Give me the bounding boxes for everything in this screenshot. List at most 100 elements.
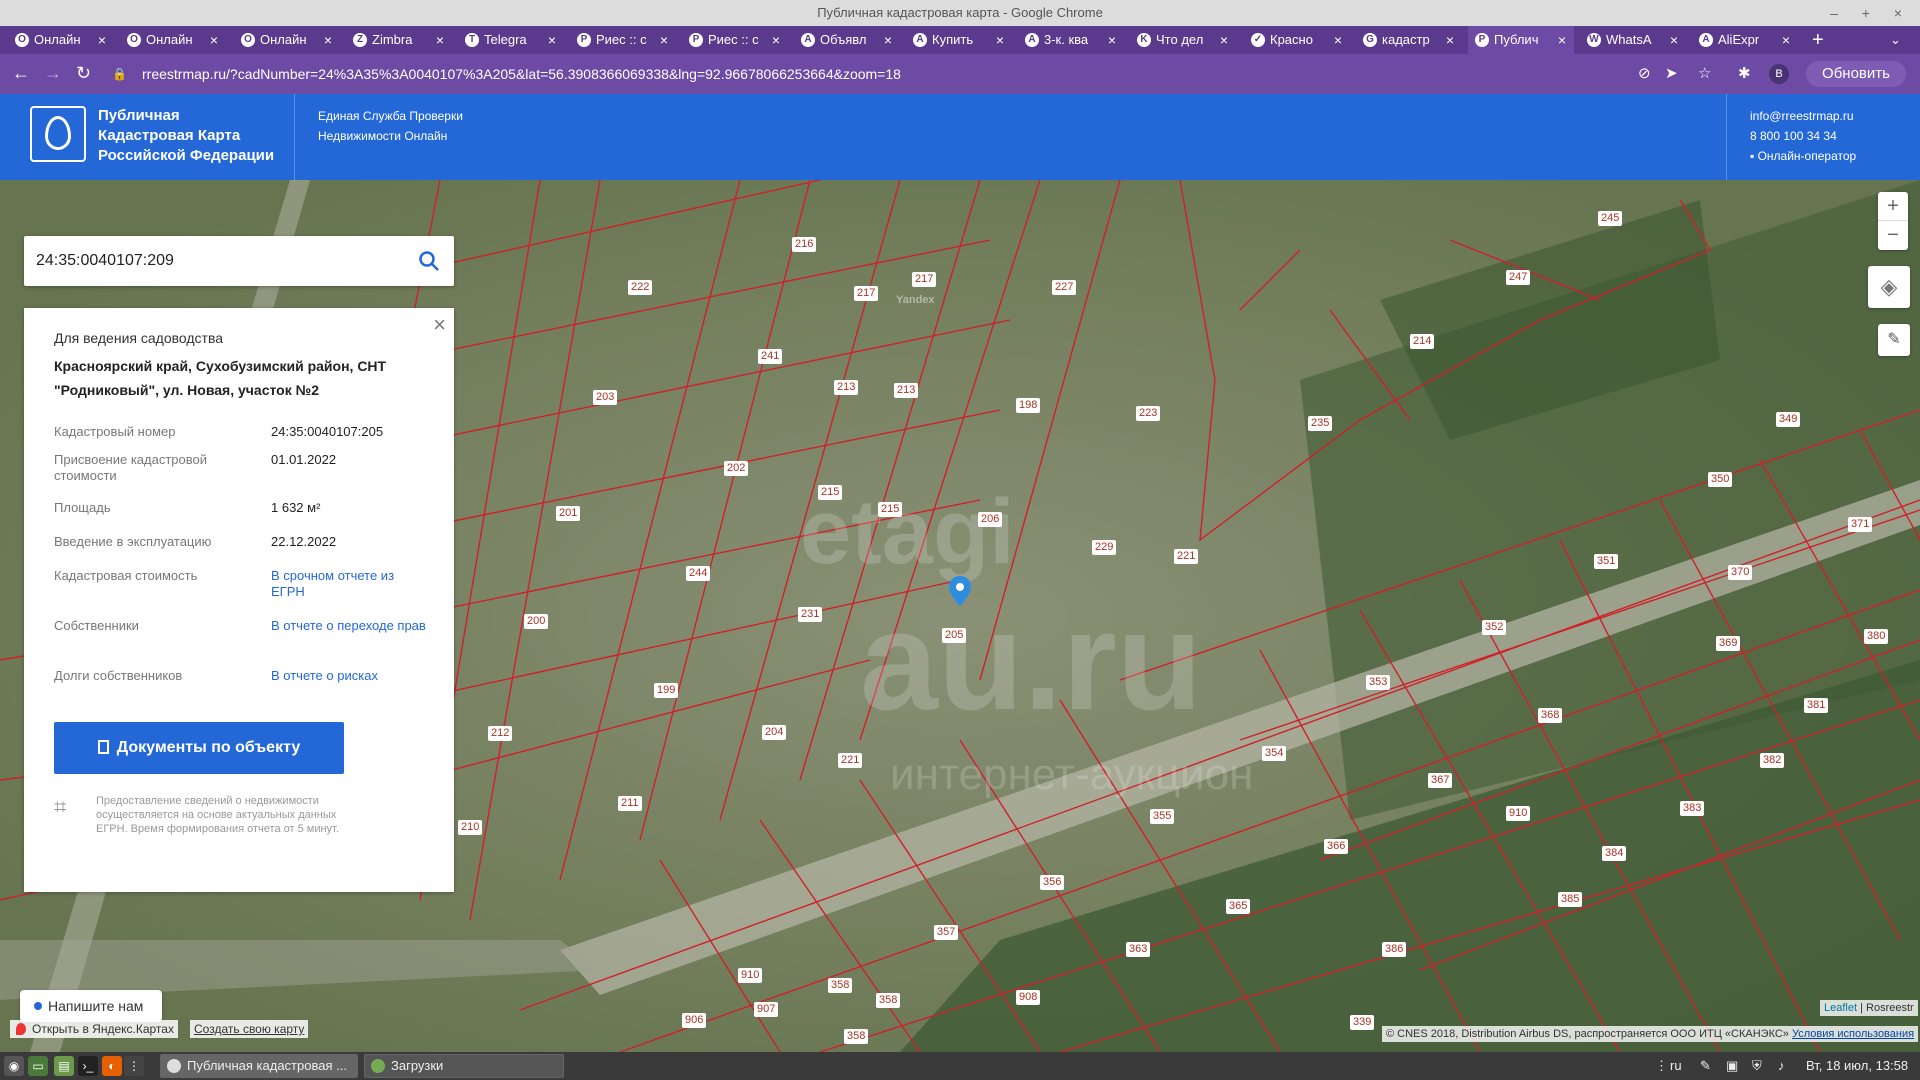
plot-label[interactable]: 352	[1482, 620, 1507, 635]
ruler-icon[interactable]: ✎	[1878, 324, 1910, 356]
close-tab-icon[interactable]: ×	[98, 26, 106, 54]
plot-label[interactable]: 380	[1864, 629, 1889, 644]
start-menu-icon[interactable]: ◉	[4, 1056, 24, 1076]
close-tab-icon[interactable]: ×	[324, 26, 332, 54]
tab[interactable]: O Онлайн ×	[8, 26, 114, 54]
back-icon[interactable]: ←	[12, 63, 30, 83]
location-pin-icon[interactable]	[949, 576, 971, 606]
tab[interactable]: A 3-к. ква ×	[1018, 26, 1124, 54]
plot-label[interactable]: 354	[1262, 746, 1287, 761]
plot-label[interactable]: 221	[1174, 549, 1199, 564]
plot-label[interactable]: 365	[1226, 899, 1251, 914]
reload-icon[interactable]: ↻	[76, 63, 91, 83]
tab[interactable]: Р Риес :: с ×	[570, 26, 676, 54]
contact-email[interactable]: info@rreestrmap.ru	[1750, 106, 1856, 126]
keyboard-layout[interactable]: ru	[1670, 1052, 1682, 1080]
ownership-report-link[interactable]: В отчете о переходе прав	[271, 618, 431, 634]
plot-label[interactable]: 214	[1410, 334, 1435, 349]
terminal-icon[interactable]: ›_	[78, 1056, 98, 1076]
volume-icon[interactable]: ♪	[1778, 1052, 1785, 1080]
leaflet-link[interactable]: Leaflet	[1824, 1002, 1857, 1014]
plot-label[interactable]: 349	[1776, 412, 1801, 427]
taskbar-window-chrome[interactable]: Публичная кадастровая ...	[160, 1054, 358, 1078]
desktop-icon[interactable]: ▭	[28, 1056, 48, 1076]
plot-label[interactable]: 386	[1382, 942, 1407, 957]
plot-label[interactable]: 201	[556, 506, 581, 521]
shield-icon[interactable]: ⛨	[1752, 1052, 1762, 1080]
plot-label[interactable]: 367	[1428, 773, 1453, 788]
plot-label[interactable]: 358	[876, 993, 901, 1008]
plot-label[interactable]: 908	[1016, 990, 1041, 1005]
plot-label[interactable]: 244	[686, 566, 711, 581]
plot-label[interactable]: 217	[912, 272, 937, 287]
plot-label[interactable]: 241	[758, 349, 783, 364]
new-tab-button[interactable]: +	[1812, 26, 1824, 54]
close-tab-icon[interactable]: ×	[1782, 26, 1790, 54]
plot-label[interactable]: 355	[1150, 809, 1175, 824]
bookmark-star-icon[interactable]: ☆	[1698, 64, 1711, 84]
plot-label[interactable]: 906	[682, 1013, 707, 1028]
plot-label[interactable]: 383	[1680, 801, 1705, 816]
window-controls[interactable]: – + ×	[1830, 0, 1912, 26]
plot-label[interactable]: 910	[738, 968, 763, 983]
close-tab-icon[interactable]: ×	[996, 26, 1004, 54]
close-icon[interactable]: ×	[433, 314, 446, 336]
plot-label[interactable]: 245	[1598, 211, 1623, 226]
plot-label[interactable]: 222	[628, 280, 653, 295]
close-tab-icon[interactable]: ×	[1446, 26, 1454, 54]
send-icon[interactable]: ➤	[1665, 64, 1678, 84]
plot-label[interactable]: 204	[762, 725, 787, 740]
plot-label[interactable]: 202	[724, 461, 749, 476]
plot-label[interactable]: 356	[1040, 875, 1065, 890]
plot-label[interactable]: 351	[1594, 554, 1619, 569]
close-tab-icon[interactable]: ×	[1334, 26, 1342, 54]
plot-label[interactable]: 366	[1324, 839, 1349, 854]
close-tab-icon[interactable]: ×	[1558, 26, 1566, 54]
plot-label[interactable]: 198	[1016, 398, 1041, 413]
zoom-in-button[interactable]: +	[1878, 192, 1908, 221]
plot-label[interactable]: 210	[458, 820, 483, 835]
plot-label[interactable]: 205	[942, 628, 967, 643]
plot-label[interactable]: 212	[488, 726, 513, 741]
plot-label[interactable]: 358	[828, 978, 853, 993]
plot-label[interactable]: 211	[618, 796, 642, 811]
close-tab-icon[interactable]: ×	[1108, 26, 1116, 54]
plot-label[interactable]: 353	[1366, 675, 1391, 690]
plot-label[interactable]: 215	[878, 502, 903, 517]
tab[interactable]: T Telegra ×	[458, 26, 564, 54]
close-tab-icon[interactable]: ×	[772, 26, 780, 54]
tab[interactable]: O Онлайн ×	[234, 26, 340, 54]
taskbar-window-downloads[interactable]: Загрузки	[364, 1054, 564, 1078]
file-manager-icon[interactable]: ▤	[54, 1056, 74, 1076]
plot-label[interactable]: 357	[934, 925, 959, 940]
close-tab-icon[interactable]: ×	[548, 26, 556, 54]
plot-label[interactable]: 235	[1308, 416, 1333, 431]
clock[interactable]: Вт, 18 июл, 13:58	[1806, 1052, 1908, 1080]
plot-label[interactable]: 215	[818, 485, 843, 500]
create-map-link[interactable]: Создать свою карту	[190, 1020, 309, 1038]
tray-menu-icon[interactable]: ⋮	[1655, 1052, 1668, 1080]
close-tab-icon[interactable]: ×	[436, 26, 444, 54]
object-documents-button[interactable]: Документы по объекту	[54, 722, 344, 774]
plot-label[interactable]: 247	[1506, 270, 1531, 285]
plot-label[interactable]: 368	[1538, 708, 1563, 723]
plot-label[interactable]: 199	[654, 683, 679, 698]
chat-widget-button[interactable]: Напишите нам	[20, 990, 162, 1022]
tab[interactable]: A AliExpr ×	[1692, 26, 1798, 54]
clipboard-icon[interactable]: ▣	[1726, 1052, 1738, 1080]
logo-icon[interactable]	[30, 106, 86, 162]
plot-label[interactable]: 350	[1708, 472, 1733, 487]
firefox-icon[interactable]: ◐	[102, 1056, 122, 1076]
plot-label[interactable]: 910	[1506, 806, 1531, 821]
plot-label[interactable]: 370	[1728, 565, 1753, 580]
plot-label[interactable]: 385	[1558, 892, 1583, 907]
address-bar[interactable]: 🔒 rreestrmap.ru/?cadNumber=24%3A35%3A004…	[112, 60, 1672, 88]
contact-phone[interactable]: 8 800 100 34 34	[1750, 126, 1856, 146]
tab[interactable]: A Объявл ×	[794, 26, 900, 54]
tab[interactable]: K Что дел ×	[1130, 26, 1236, 54]
plot-label[interactable]: 231	[798, 607, 823, 622]
plot-label[interactable]: 907	[754, 1002, 779, 1017]
close-tab-icon[interactable]: ×	[1220, 26, 1228, 54]
tab-search-icon[interactable]: ⌄	[1890, 26, 1901, 54]
risk-report-link[interactable]: В отчете о рисках	[271, 668, 431, 684]
